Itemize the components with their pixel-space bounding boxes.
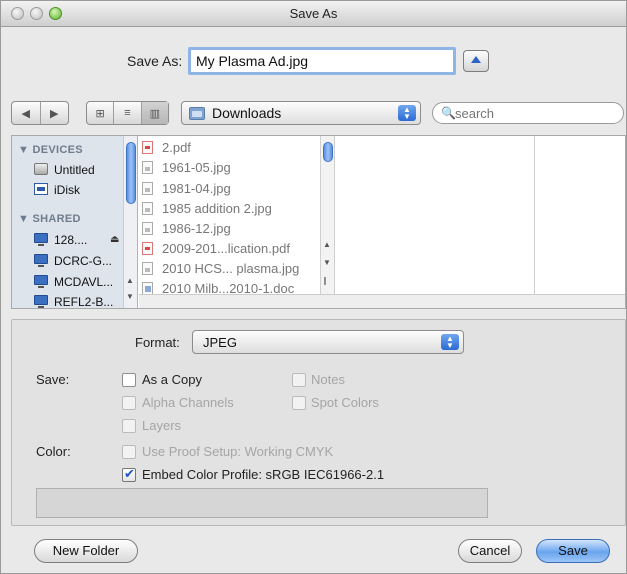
file-name: 2009-201...lication.pdf bbox=[162, 241, 290, 256]
spot-colors-checkbox[interactable] bbox=[292, 396, 306, 410]
computer-icon bbox=[34, 275, 48, 288]
sidebar-item-label: 128.... bbox=[54, 233, 88, 247]
eject-icon[interactable]: ⏏ bbox=[110, 232, 119, 248]
save-as-dialog: Save As Save As: ◀ ▶ ⊞ ≡ ▥ Downloads ▲▼ … bbox=[0, 0, 627, 574]
expand-dialog-button[interactable] bbox=[463, 50, 489, 72]
alpha-channels-checkbox[interactable] bbox=[122, 396, 136, 410]
file-name: 1961-05.jpg bbox=[162, 160, 231, 175]
file-name: 1985 addition 2.jpg bbox=[162, 201, 272, 216]
empty-column bbox=[335, 136, 535, 308]
forward-button[interactable]: ▶ bbox=[41, 102, 69, 124]
column-view-button[interactable]: ▥ bbox=[141, 102, 168, 124]
resize-handle-icon[interactable]: ∥ bbox=[323, 276, 327, 285]
image-file-icon bbox=[142, 182, 153, 195]
filename-input[interactable] bbox=[188, 47, 456, 75]
scroll-up-arrow-icon[interactable]: ▲ bbox=[126, 276, 134, 285]
search-field[interactable]: 🔍 bbox=[432, 102, 624, 124]
save-as-label: Save As: bbox=[127, 53, 183, 69]
shared-header[interactable]: ▼ SHARED bbox=[18, 213, 81, 225]
sidebar-item-label: DCRC-G... bbox=[54, 254, 112, 268]
location-label: Downloads bbox=[212, 105, 282, 121]
sidebar-item-label: Untitled bbox=[54, 163, 95, 177]
location-popup[interactable]: Downloads ▲ ▼ bbox=[181, 101, 421, 125]
back-button[interactable]: ◀ bbox=[12, 102, 41, 124]
computer-icon bbox=[34, 233, 48, 246]
idisk-icon bbox=[34, 183, 48, 195]
image-file-icon bbox=[142, 161, 153, 174]
disclosure-triangle-icon bbox=[471, 56, 481, 63]
file-column-scroll-thumb[interactable] bbox=[323, 142, 333, 162]
image-file-icon bbox=[142, 222, 153, 235]
sidebar: ▼ DEVICES Untitled iDisk ▼ SHARED 128...… bbox=[12, 136, 138, 308]
alpha-channels-label[interactable]: Alpha Channels bbox=[142, 395, 234, 410]
file-name: 1981-04.jpg bbox=[162, 181, 231, 196]
hard-disk-icon bbox=[34, 163, 48, 175]
computer-icon bbox=[34, 254, 48, 267]
file-name: 2010 HCS... plasma.jpg bbox=[162, 261, 300, 276]
list-view-button[interactable]: ≡ bbox=[114, 102, 142, 124]
sidebar-item-label: MCDAVL... bbox=[54, 275, 114, 289]
image-file-icon bbox=[142, 202, 153, 215]
list-view-icon: ≡ bbox=[124, 107, 131, 119]
cancel-button[interactable]: Cancel bbox=[458, 539, 522, 563]
layers-checkbox[interactable] bbox=[122, 419, 136, 433]
color-label: Color: bbox=[36, 444, 71, 459]
file-name: 2.pdf bbox=[162, 140, 191, 155]
image-file-icon bbox=[142, 262, 153, 275]
sidebar-item-label: REFL2-B... bbox=[54, 295, 114, 308]
devices-header[interactable]: ▼ DEVICES bbox=[18, 144, 83, 156]
as-a-copy-label[interactable]: As a Copy bbox=[142, 372, 202, 387]
forward-arrow-icon: ▶ bbox=[50, 107, 59, 120]
computer-icon bbox=[34, 295, 48, 308]
new-folder-button[interactable]: New Folder bbox=[34, 539, 138, 563]
format-options-panel: Format: JPEG ▲ ▼ Save: As a Copy Notes Al… bbox=[11, 319, 626, 526]
column-view-icon: ▥ bbox=[149, 107, 161, 120]
search-icon: 🔍 bbox=[441, 106, 456, 120]
scroll-down-arrow-icon[interactable]: ▼ bbox=[323, 258, 331, 267]
horizontal-scrollbar[interactable] bbox=[139, 294, 625, 308]
icon-view-button[interactable]: ⊞ bbox=[87, 102, 115, 124]
sidebar-scroll-thumb[interactable] bbox=[126, 142, 136, 204]
save-label: Save: bbox=[36, 372, 70, 387]
title-bar: Save As bbox=[1, 1, 626, 27]
sidebar-item-label: iDisk bbox=[54, 183, 80, 197]
as-a-copy-checkbox[interactable] bbox=[122, 373, 136, 387]
search-input[interactable] bbox=[455, 105, 615, 121]
back-forward-control: ◀ ▶ bbox=[11, 101, 69, 125]
icon-view-icon: ⊞ bbox=[95, 107, 105, 120]
file-browser: ▼ DEVICES Untitled iDisk ▼ SHARED 128...… bbox=[11, 135, 626, 309]
use-proof-setup-label[interactable]: Use Proof Setup: Working CMYK bbox=[142, 444, 333, 459]
use-proof-setup-checkbox[interactable] bbox=[122, 445, 136, 459]
notes-checkbox[interactable] bbox=[292, 373, 306, 387]
layers-label[interactable]: Layers bbox=[142, 418, 181, 433]
pdf-file-icon bbox=[142, 141, 153, 154]
embed-color-profile-checkbox[interactable] bbox=[122, 466, 136, 482]
empty-column bbox=[535, 136, 625, 308]
view-mode-control: ⊞ ≡ ▥ bbox=[86, 101, 169, 125]
folder-icon bbox=[189, 107, 205, 120]
window-title: Save As bbox=[289, 6, 338, 21]
info-box bbox=[36, 488, 488, 518]
save-button[interactable]: Save bbox=[536, 539, 610, 563]
embed-color-profile-label[interactable]: Embed Color Profile: sRGB IEC61966-2.1 bbox=[142, 467, 384, 482]
pdf-file-icon bbox=[142, 242, 153, 255]
popup-stepper-icon: ▲ ▼ bbox=[398, 105, 416, 121]
popup-stepper-icon: ▲ ▼ bbox=[441, 334, 459, 350]
format-popup[interactable]: JPEG ▲ ▼ bbox=[192, 330, 464, 354]
file-column-scrollbar[interactable]: ▲ ▼ ∥ bbox=[320, 136, 334, 308]
spot-colors-label[interactable]: Spot Colors bbox=[311, 395, 379, 410]
scroll-up-arrow-icon[interactable]: ▲ bbox=[323, 240, 331, 249]
save-as-row: Save As: bbox=[1, 47, 626, 77]
back-arrow-icon: ◀ bbox=[21, 107, 30, 120]
notes-label[interactable]: Notes bbox=[311, 372, 345, 387]
file-column: 2.pdf 1961-05.jpg 1981-04.jpg 1985 addit… bbox=[139, 136, 335, 308]
format-value: JPEG bbox=[203, 335, 237, 350]
file-name: 1986-12.jpg bbox=[162, 221, 231, 236]
sidebar-scrollbar[interactable]: ▲ ▼ bbox=[123, 136, 137, 308]
browser-toolbar: ◀ ▶ ⊞ ≡ ▥ Downloads ▲ ▼ 🔍 bbox=[1, 101, 626, 127]
format-label: Format: bbox=[135, 335, 180, 350]
scroll-down-arrow-icon[interactable]: ▼ bbox=[126, 292, 134, 301]
